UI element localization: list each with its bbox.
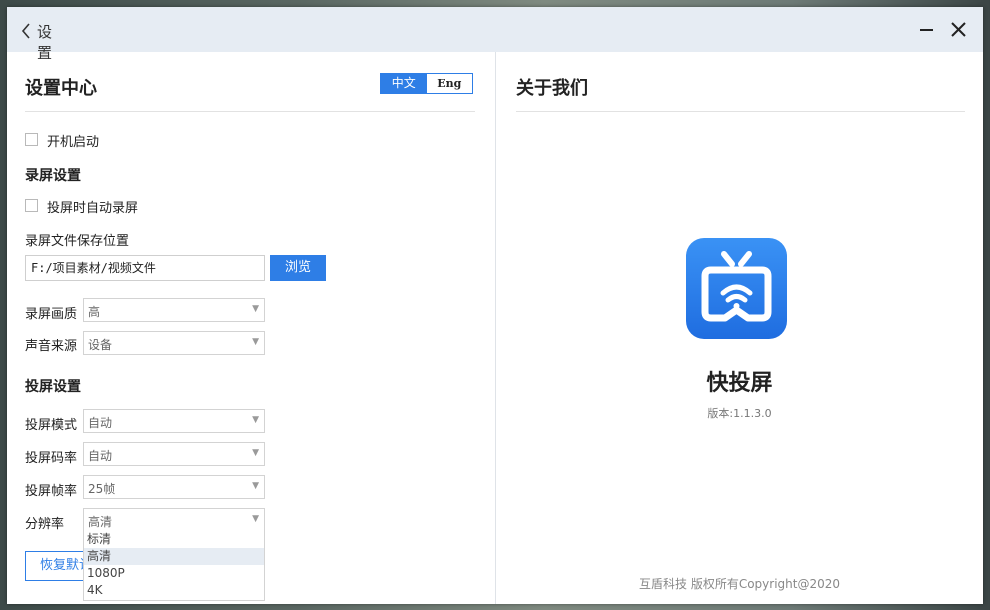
resolution-select[interactable]: 高清 ▼ [83, 508, 265, 532]
record-quality-select[interactable]: 高 ▼ [83, 298, 265, 322]
cast-bitrate-label: 投屏码率 [25, 451, 78, 466]
cast-bitrate-value: 自动 [88, 449, 113, 463]
record-quality-value: 高 [88, 305, 101, 319]
cast-framerate-value: 25帧 [88, 482, 116, 496]
app-version: 版本:1.1.3.0 [707, 407, 772, 420]
dropdown-arrow-icon: ▼ [252, 448, 259, 458]
settings-divider [25, 111, 475, 112]
audio-source-label: 声音来源 [25, 339, 78, 354]
close-button[interactable] [950, 20, 968, 38]
copyright-text: 互盾科技 版权所有Copyright@2020 [639, 577, 840, 591]
dropdown-arrow-icon: ▼ [252, 481, 259, 491]
cast-mode-label: 投屏模式 [25, 418, 78, 433]
cast-section-title: 投屏设置 [25, 379, 81, 395]
tv-cast-icon [701, 251, 772, 322]
minimize-icon [920, 29, 933, 31]
save-path-label: 录屏文件保存位置 [25, 234, 130, 249]
record-section-title: 录屏设置 [25, 168, 81, 184]
resolution-value: 高清 [88, 515, 113, 529]
resolution-option[interactable]: 标清 [84, 531, 264, 548]
close-icon [951, 22, 966, 37]
audio-source-value: 设备 [88, 338, 113, 352]
about-title: 关于我们 [516, 78, 588, 99]
dropdown-arrow-icon: ▼ [252, 415, 259, 425]
autostart-label: 开机启动 [47, 135, 100, 150]
save-path-input[interactable]: F:/项目素材/视频文件 [25, 255, 265, 281]
app-logo [686, 238, 787, 339]
dropdown-arrow-icon: ▼ [252, 514, 259, 524]
app-name: 快投屏 [706, 371, 773, 396]
cast-mode-select[interactable]: 自动 ▼ [83, 409, 265, 433]
lang-zh-button[interactable]: 中文 [381, 74, 427, 93]
record-quality-label: 录屏画质 [25, 307, 78, 322]
settings-title: 设置中心 [25, 78, 97, 99]
dropdown-arrow-icon: ▼ [252, 304, 259, 314]
resolution-option-selected[interactable]: 高清 [84, 548, 264, 565]
cast-framerate-label: 投屏帧率 [25, 484, 78, 499]
chevron-left-icon [21, 23, 30, 39]
settings-panel: 设置中心 中文 Eng 开机启动 录屏设置 投屏时自动录屏 录屏文件保存位置 F… [7, 52, 495, 604]
resolution-option[interactable]: 1080P [84, 565, 264, 582]
minimize-button[interactable] [918, 20, 936, 38]
cast-mode-value: 自动 [88, 416, 113, 430]
auto-record-checkbox[interactable] [25, 199, 38, 212]
back-button[interactable]: 设置 [21, 20, 65, 62]
resolution-label: 分辨率 [25, 517, 65, 532]
settings-window: 设置 设置中心 中文 Eng 开机启动 录屏设置 投屏时自动录屏 录屏文件保存位… [7, 7, 983, 604]
about-panel: 关于我们 快投屏 版本:1.1.3.0 互盾科技 版权所有Copyright@2… [496, 52, 983, 604]
resolution-option[interactable]: 4K [84, 582, 264, 599]
lang-en-button[interactable]: Eng [426, 74, 472, 93]
auto-record-label: 投屏时自动录屏 [47, 201, 139, 216]
about-divider [516, 111, 965, 112]
autostart-checkbox[interactable] [25, 133, 38, 146]
cast-bitrate-select[interactable]: 自动 ▼ [83, 442, 265, 466]
title-bar: 设置 [7, 7, 983, 62]
resolution-dropdown-list: 标清 高清 1080P 4K [83, 531, 265, 601]
dropdown-arrow-icon: ▼ [252, 337, 259, 347]
language-toggle: 中文 Eng [380, 73, 473, 94]
audio-source-select[interactable]: 设备 ▼ [83, 331, 265, 355]
browse-button[interactable]: 浏览 [270, 255, 326, 281]
cast-framerate-select[interactable]: 25帧 ▼ [83, 475, 265, 499]
restore-defaults-button[interactable]: 恢复默认 [25, 551, 91, 581]
